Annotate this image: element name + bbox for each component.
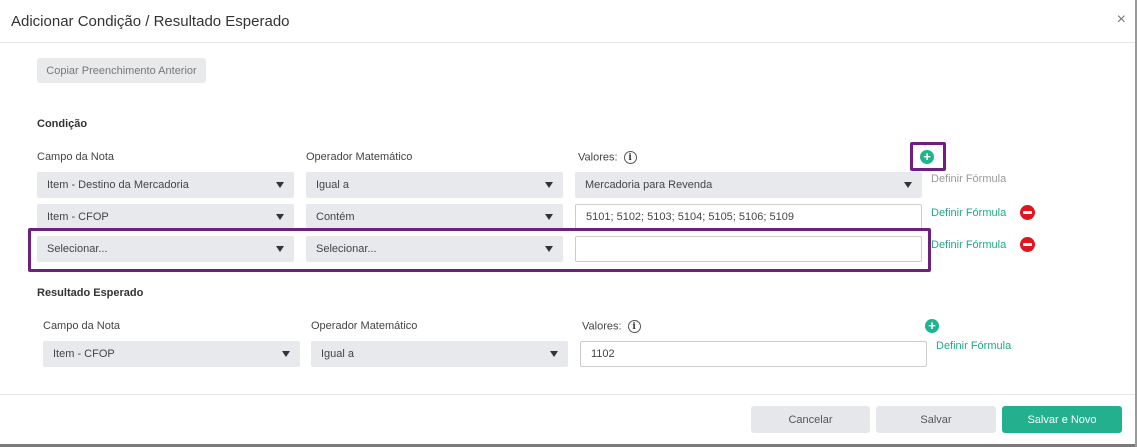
values-label-text: Valores: xyxy=(582,320,622,333)
select-value: Contém xyxy=(316,211,355,223)
condition-value-select-1[interactable]: Mercadoria para Revenda xyxy=(575,172,922,198)
select-value: Igual a xyxy=(316,179,350,191)
select-value: Mercadoria para Revenda xyxy=(585,179,713,191)
dialog-header: Adicionar Condição / Resultado Esperado … xyxy=(0,0,1137,43)
condition-section-title: Condição xyxy=(37,118,88,130)
remove-condition-icon-3[interactable] xyxy=(1020,237,1035,252)
select-value: Item - CFOP xyxy=(53,348,115,360)
condition-field-label: Campo da Nota xyxy=(37,151,115,163)
save-and-new-button[interactable]: Salvar e Novo xyxy=(1002,406,1122,433)
chevron-down-icon xyxy=(545,214,553,220)
select-value: Igual a xyxy=(321,348,355,360)
result-operator-select[interactable]: Igual a xyxy=(311,341,568,367)
cancel-button[interactable]: Cancelar xyxy=(751,406,870,433)
save-button[interactable]: Salvar xyxy=(876,406,996,433)
info-icon[interactable]: i xyxy=(623,151,637,164)
expected-result-section-title: Resultado Esperado xyxy=(37,287,144,299)
result-values-label: Valores: i xyxy=(582,320,641,333)
remove-condition-icon-2[interactable] xyxy=(1020,205,1035,220)
dialog-title: Adicionar Condição / Resultado Esperado xyxy=(11,13,290,30)
condition-operator-select-3[interactable]: Selecionar... xyxy=(306,236,563,262)
info-icon[interactable]: i xyxy=(627,320,641,333)
chevron-down-icon xyxy=(904,182,912,188)
condition-values-label: Valores: i xyxy=(578,151,637,164)
condition-operator-label: Operador Matemático xyxy=(306,151,413,163)
chevron-down-icon xyxy=(282,351,290,357)
condition-value-input-3[interactable] xyxy=(575,236,922,262)
chevron-down-icon xyxy=(545,182,553,188)
add-result-icon[interactable]: + xyxy=(925,319,939,333)
close-icon[interactable]: × xyxy=(1117,12,1126,28)
select-value: Selecionar... xyxy=(47,243,108,255)
values-label-text: Valores: xyxy=(578,151,618,164)
condition-field-select-2[interactable]: Item - CFOP xyxy=(37,204,294,230)
chevron-down-icon xyxy=(276,214,284,220)
condition-value-input-2[interactable]: 5101; 5102; 5103; 5104; 5105; 5106; 5109 xyxy=(575,204,922,230)
condition-field-select-3[interactable]: Selecionar... xyxy=(37,236,294,262)
result-operator-label: Operador Matemático xyxy=(311,320,418,332)
select-value: Item - Destino da Mercadoria xyxy=(47,179,189,191)
chevron-down-icon xyxy=(276,182,284,188)
chevron-down-icon xyxy=(545,246,553,252)
add-condition-icon[interactable]: + xyxy=(920,150,934,164)
define-formula-link-2[interactable]: Definir Fórmula xyxy=(931,207,1006,219)
result-field-select[interactable]: Item - CFOP xyxy=(43,341,300,367)
result-field-label: Campo da Nota xyxy=(43,320,121,332)
define-formula-link-3[interactable]: Definir Fórmula xyxy=(931,239,1006,251)
condition-field-select-1[interactable]: Item - Destino da Mercadoria xyxy=(37,172,294,198)
chevron-down-icon xyxy=(276,246,284,252)
condition-operator-select-1[interactable]: Igual a xyxy=(306,172,563,198)
define-formula-link-1[interactable]: Definir Fórmula xyxy=(931,173,1006,185)
result-value-input[interactable]: 1102 xyxy=(580,341,927,367)
select-value: Item - CFOP xyxy=(47,211,109,223)
result-define-formula-link[interactable]: Definir Fórmula xyxy=(936,340,1011,352)
chevron-down-icon xyxy=(550,351,558,357)
condition-operator-select-2[interactable]: Contém xyxy=(306,204,563,230)
select-value: Selecionar... xyxy=(316,243,377,255)
copy-previous-button[interactable]: Copiar Preenchimento Anterior xyxy=(37,58,206,83)
